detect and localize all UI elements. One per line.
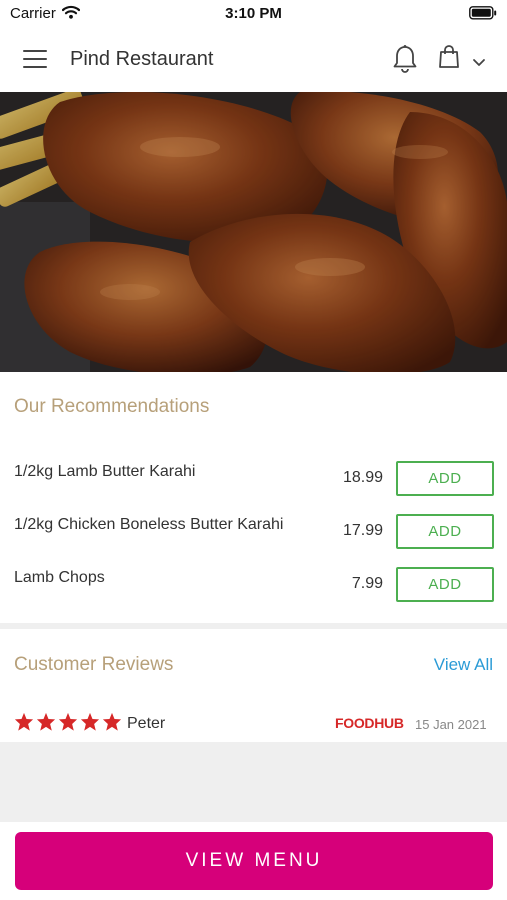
status-bar: Carrier 3:10 PM [0,0,507,28]
shopping-bag-icon[interactable] [438,45,460,74]
recommendation-item: 1/2kg Lamb Butter Karahi 18.99 ADD [0,461,507,501]
item-price: 18.99 [342,469,383,486]
hero-food-image [0,92,507,372]
add-button[interactable]: ADD [396,461,494,496]
item-name: Lamb Chops [14,569,105,586]
star-icon [102,712,122,731]
add-button[interactable]: ADD [396,567,494,602]
star-icon [36,712,56,731]
add-button[interactable]: ADD [396,514,494,549]
page-title: Pind Restaurant [70,48,214,70]
bell-icon[interactable] [392,44,418,79]
menu-icon[interactable] [23,50,47,70]
star-rating [14,712,122,731]
chevron-down-icon[interactable] [472,55,486,73]
recommendations-title: Our Recommendations [14,396,210,417]
review-date: 15 Jan 2021 [415,717,487,732]
star-icon [14,712,34,731]
reviewer-name: Peter [127,715,166,732]
view-menu-button[interactable]: VIEW MENU [15,832,493,890]
reviews-title: Customer Reviews [14,654,174,675]
item-name: 1/2kg Lamb Butter Karahi [14,463,196,480]
section-divider [0,623,507,629]
item-price: 17.99 [342,522,383,539]
star-icon [80,712,100,731]
item-price: 7.99 [351,575,383,592]
view-all-link[interactable]: View All [434,655,493,675]
app-header: Pind Restaurant [0,28,507,92]
foodhub-logo: FOODHUB [335,715,404,731]
content-background [0,742,507,822]
recommendation-item: 1/2kg Chicken Boneless Butter Karahi 17.… [0,514,507,554]
status-time: 3:10 PM [225,5,282,22]
star-icon [58,712,78,731]
recommendation-item: Lamb Chops 7.99 ADD [0,567,507,607]
battery-icon [469,6,497,25]
item-name: 1/2kg Chicken Boneless Butter Karahi [14,516,284,533]
